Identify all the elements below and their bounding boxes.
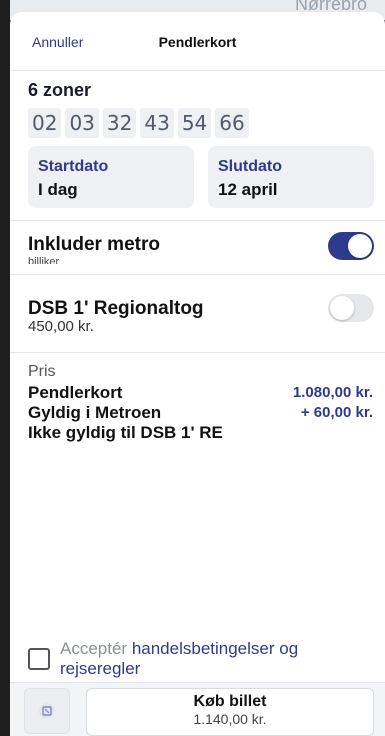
- start-date-label: Startdato: [38, 158, 109, 175]
- include-metro-label: Inkluder metro: [28, 234, 160, 255]
- zone-chip: 54: [177, 108, 212, 138]
- sheet-title: Pendlerkort: [158, 34, 237, 50]
- buy-ticket-label: Køb billet: [193, 693, 267, 710]
- end-date-label: Slutdato: [218, 158, 282, 175]
- dsb-regional-price: 450,00 kr.: [28, 318, 94, 335]
- buy-ticket-button[interactable]: Køb billet 1.140,00 kr.: [86, 688, 374, 736]
- start-date-card[interactable]: Startdato I dag: [28, 146, 194, 208]
- accept-terms-prefix: Acceptér: [60, 639, 132, 658]
- divider: [10, 274, 385, 275]
- payment-method-button[interactable]: [24, 688, 70, 734]
- price-row-amount: 1.080,00 kr.: [292, 384, 373, 401]
- zone-chip: 02: [28, 108, 62, 138]
- payment-card-icon: [39, 703, 55, 719]
- price-title: Pris: [28, 363, 56, 380]
- end-date-value: 12 april: [218, 180, 278, 199]
- zone-chip: 03: [65, 108, 99, 138]
- start-date-value: I dag: [38, 180, 78, 199]
- zones-count-label: 6 zoner: [28, 80, 92, 100]
- zone-chip-list: 02 03 32 43 54 66: [28, 108, 249, 138]
- price-row-label: Ikke gyldig til DSB 1' RE: [28, 423, 223, 442]
- sheet-header: Annuller Pendlerkort: [10, 12, 385, 71]
- dsb-regional-label: DSB 1' Regionaltog: [28, 298, 204, 319]
- toggle-knob: [330, 296, 354, 320]
- zone-chip: 66: [215, 108, 249, 138]
- buy-ticket-total: 1.140,00 kr.: [193, 711, 267, 727]
- accept-terms-checkbox[interactable]: [28, 648, 50, 670]
- price-row-amount: + 60,00 kr.: [300, 404, 373, 421]
- accept-terms-text: Acceptér handelsbetingelser og rejseregl…: [60, 639, 380, 679]
- end-date-card[interactable]: Slutdato 12 april: [208, 146, 374, 208]
- include-metro-sublabel: billiker: [28, 256, 60, 264]
- price-row-label: Pendlerkort: [28, 383, 123, 402]
- divider: [10, 220, 385, 221]
- zone-chip: 32: [102, 108, 137, 138]
- toggle-knob: [348, 234, 372, 258]
- include-metro-toggle[interactable]: [328, 232, 374, 260]
- zone-chip: 43: [140, 108, 174, 138]
- price-row-label: Gyldig i Metroen: [28, 403, 162, 422]
- dsb-regional-toggle[interactable]: [328, 294, 374, 322]
- pendlerkort-sheet: Annuller Pendlerkort 6 zoner 02 03 32 43…: [10, 12, 385, 736]
